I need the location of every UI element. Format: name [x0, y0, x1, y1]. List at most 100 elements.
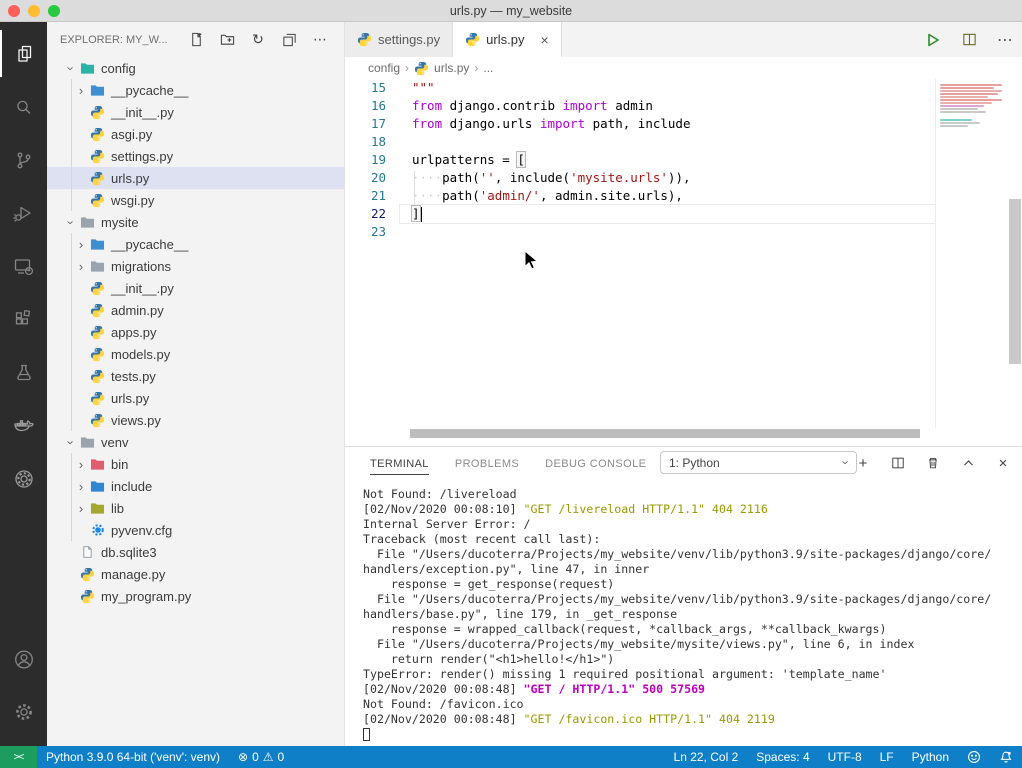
- remote-indicator[interactable]: ><: [0, 746, 37, 768]
- more-actions-icon[interactable]: ⋯: [312, 32, 328, 48]
- settings-gear-icon[interactable]: [0, 688, 47, 735]
- docker-icon[interactable]: [0, 402, 47, 449]
- vertical-scrollbar[interactable]: [1008, 22, 1022, 428]
- tree-item-asgi-py[interactable]: asgi.py: [47, 123, 344, 145]
- code-line-21[interactable]: 21····path('admin/', admin.site.urls),: [345, 187, 1022, 205]
- code-line-15[interactable]: 15""": [345, 79, 1022, 97]
- tree-item--pycache-[interactable]: __pycache__: [47, 233, 344, 255]
- code-line-23[interactable]: 23: [345, 223, 1022, 241]
- code-line-19[interactable]: 19urlpatterns = [: [345, 151, 1022, 169]
- panel-tab-terminal[interactable]: TERMINAL: [370, 452, 429, 475]
- run-debug-icon[interactable]: [0, 190, 47, 237]
- panel-tab-problems[interactable]: PROBLEMS: [455, 452, 519, 475]
- tree-item-views-py[interactable]: views.py: [47, 409, 344, 431]
- new-terminal-icon[interactable]: +: [854, 454, 872, 472]
- encoding-status[interactable]: UTF-8: [819, 746, 871, 768]
- close-tab-icon[interactable]: ×: [540, 32, 548, 48]
- new-folder-icon[interactable]: [219, 32, 235, 48]
- indentation-status[interactable]: Spaces: 4: [747, 746, 818, 768]
- vertical-scrollbar-thumb[interactable]: [1009, 199, 1021, 364]
- code-line-20[interactable]: 20····path('', include('mysite.urls')),: [345, 169, 1022, 187]
- breadcrumb-item-urls[interactable]: urls.py: [434, 61, 469, 75]
- maximize-panel-icon[interactable]: [959, 454, 977, 472]
- code-line-17[interactable]: 17from django.urls import path, include: [345, 115, 1022, 133]
- chevron-right-icon[interactable]: [73, 456, 89, 472]
- tree-item-urls-py[interactable]: urls.py: [47, 387, 344, 409]
- chevron-right-icon[interactable]: [73, 258, 89, 274]
- tree-item-lib[interactable]: lib: [47, 497, 344, 519]
- refresh-icon[interactable]: ↻: [250, 32, 266, 48]
- tab-urls-py[interactable]: urls.py×: [453, 22, 561, 57]
- language-mode-status[interactable]: Python: [903, 746, 958, 768]
- chevron-right-icon[interactable]: [73, 236, 89, 252]
- terminal-selector-value: 1: Python: [669, 456, 844, 470]
- minimap[interactable]: [935, 79, 1008, 428]
- tree-item-mysite[interactable]: mysite: [47, 211, 344, 233]
- tree-item-label: manage.py: [101, 567, 165, 582]
- eol-status[interactable]: LF: [871, 746, 903, 768]
- tab-settings-py[interactable]: settings.py: [345, 22, 453, 57]
- extensions-icon[interactable]: [0, 296, 47, 343]
- tree-item-models-py[interactable]: models.py: [47, 343, 344, 365]
- split-editor-icon[interactable]: [960, 31, 978, 49]
- run-file-button[interactable]: [924, 31, 942, 49]
- tree-item-migrations[interactable]: migrations: [47, 255, 344, 277]
- chevron-right-icon[interactable]: [73, 500, 89, 516]
- tree-item-admin-py[interactable]: admin.py: [47, 299, 344, 321]
- terminal-output[interactable]: Not Found: /livereload[02/Nov/2020 00:08…: [363, 487, 1008, 742]
- horizontal-scrollbar-thumb[interactable]: [410, 429, 920, 438]
- tree-item-wsgi-py[interactable]: wsgi.py: [47, 189, 344, 211]
- tree-item--pycache-[interactable]: __pycache__: [47, 79, 344, 101]
- tree-item-venv[interactable]: venv: [47, 431, 344, 453]
- python-environment-icon[interactable]: [0, 455, 47, 502]
- chevron-right-icon[interactable]: [73, 478, 89, 494]
- panel-tab-debug-console[interactable]: DEBUG CONSOLE: [545, 452, 646, 475]
- tree-item-config[interactable]: config: [47, 57, 344, 79]
- code-editor[interactable]: 15"""16from django.contrib import admin1…: [345, 79, 1022, 428]
- close-window-button[interactable]: [8, 5, 20, 17]
- chevron-right-icon[interactable]: [73, 82, 89, 98]
- tree-item--init-py[interactable]: __init__.py: [47, 277, 344, 299]
- accounts-icon[interactable]: [0, 636, 47, 683]
- terminal-selector-dropdown[interactable]: 1: Python ›: [660, 451, 857, 474]
- tree-item-db-sqlite3[interactable]: db.sqlite3: [47, 541, 344, 563]
- testing-flask-icon[interactable]: [0, 349, 47, 396]
- collapse-folders-icon[interactable]: [281, 32, 297, 48]
- zoom-window-button[interactable]: [48, 5, 60, 17]
- split-terminal-icon[interactable]: [889, 454, 907, 472]
- kill-terminal-icon[interactable]: [924, 454, 942, 472]
- tree-item-pyvenv-cfg[interactable]: pyvenv.cfg: [47, 519, 344, 541]
- code-line-text: ]: [400, 205, 960, 223]
- explorer-icon[interactable]: [0, 30, 47, 77]
- chevron-down-icon[interactable]: [63, 434, 79, 450]
- problems-status[interactable]: ⊗ 0 ⚠ 0: [229, 746, 293, 768]
- tree-item-settings-py[interactable]: settings.py: [47, 145, 344, 167]
- tree-item-bin[interactable]: bin: [47, 453, 344, 475]
- tree-item-tests-py[interactable]: tests.py: [47, 365, 344, 387]
- remote-explorer-icon[interactable]: [0, 243, 47, 290]
- tree-item-urls-py[interactable]: urls.py: [47, 167, 344, 189]
- python-interpreter-status[interactable]: Python 3.9.0 64-bit ('venv': venv): [37, 746, 229, 768]
- new-file-icon[interactable]: [188, 32, 204, 48]
- feedback-smiley-icon[interactable]: [958, 746, 990, 768]
- close-panel-icon[interactable]: ×: [994, 454, 1012, 472]
- code-line-16[interactable]: 16from django.contrib import admin: [345, 97, 1022, 115]
- tree-item-my-program-py[interactable]: my_program.py: [47, 585, 344, 607]
- source-control-icon[interactable]: [0, 137, 47, 184]
- code-line-18[interactable]: 18: [345, 133, 1022, 151]
- tree-item-label: admin.py: [111, 303, 164, 318]
- tree-item--init-py[interactable]: __init__.py: [47, 101, 344, 123]
- breadcrumb-item-symbol[interactable]: ...: [483, 61, 493, 75]
- notifications-bell-icon[interactable]: [990, 746, 1022, 768]
- breadcrumb-item-config[interactable]: config: [368, 61, 400, 75]
- tree-item-apps-py[interactable]: apps.py: [47, 321, 344, 343]
- cursor-position-status[interactable]: Ln 22, Col 2: [665, 746, 748, 768]
- horizontal-scrollbar[interactable]: [345, 428, 1008, 439]
- chevron-down-icon[interactable]: [63, 214, 79, 230]
- chevron-down-icon[interactable]: [63, 60, 79, 76]
- code-line-22[interactable]: 22]: [345, 205, 1022, 223]
- minimize-window-button[interactable]: [28, 5, 40, 17]
- tree-item-include[interactable]: include: [47, 475, 344, 497]
- tree-item-manage-py[interactable]: manage.py: [47, 563, 344, 585]
- search-icon[interactable]: [0, 84, 47, 131]
